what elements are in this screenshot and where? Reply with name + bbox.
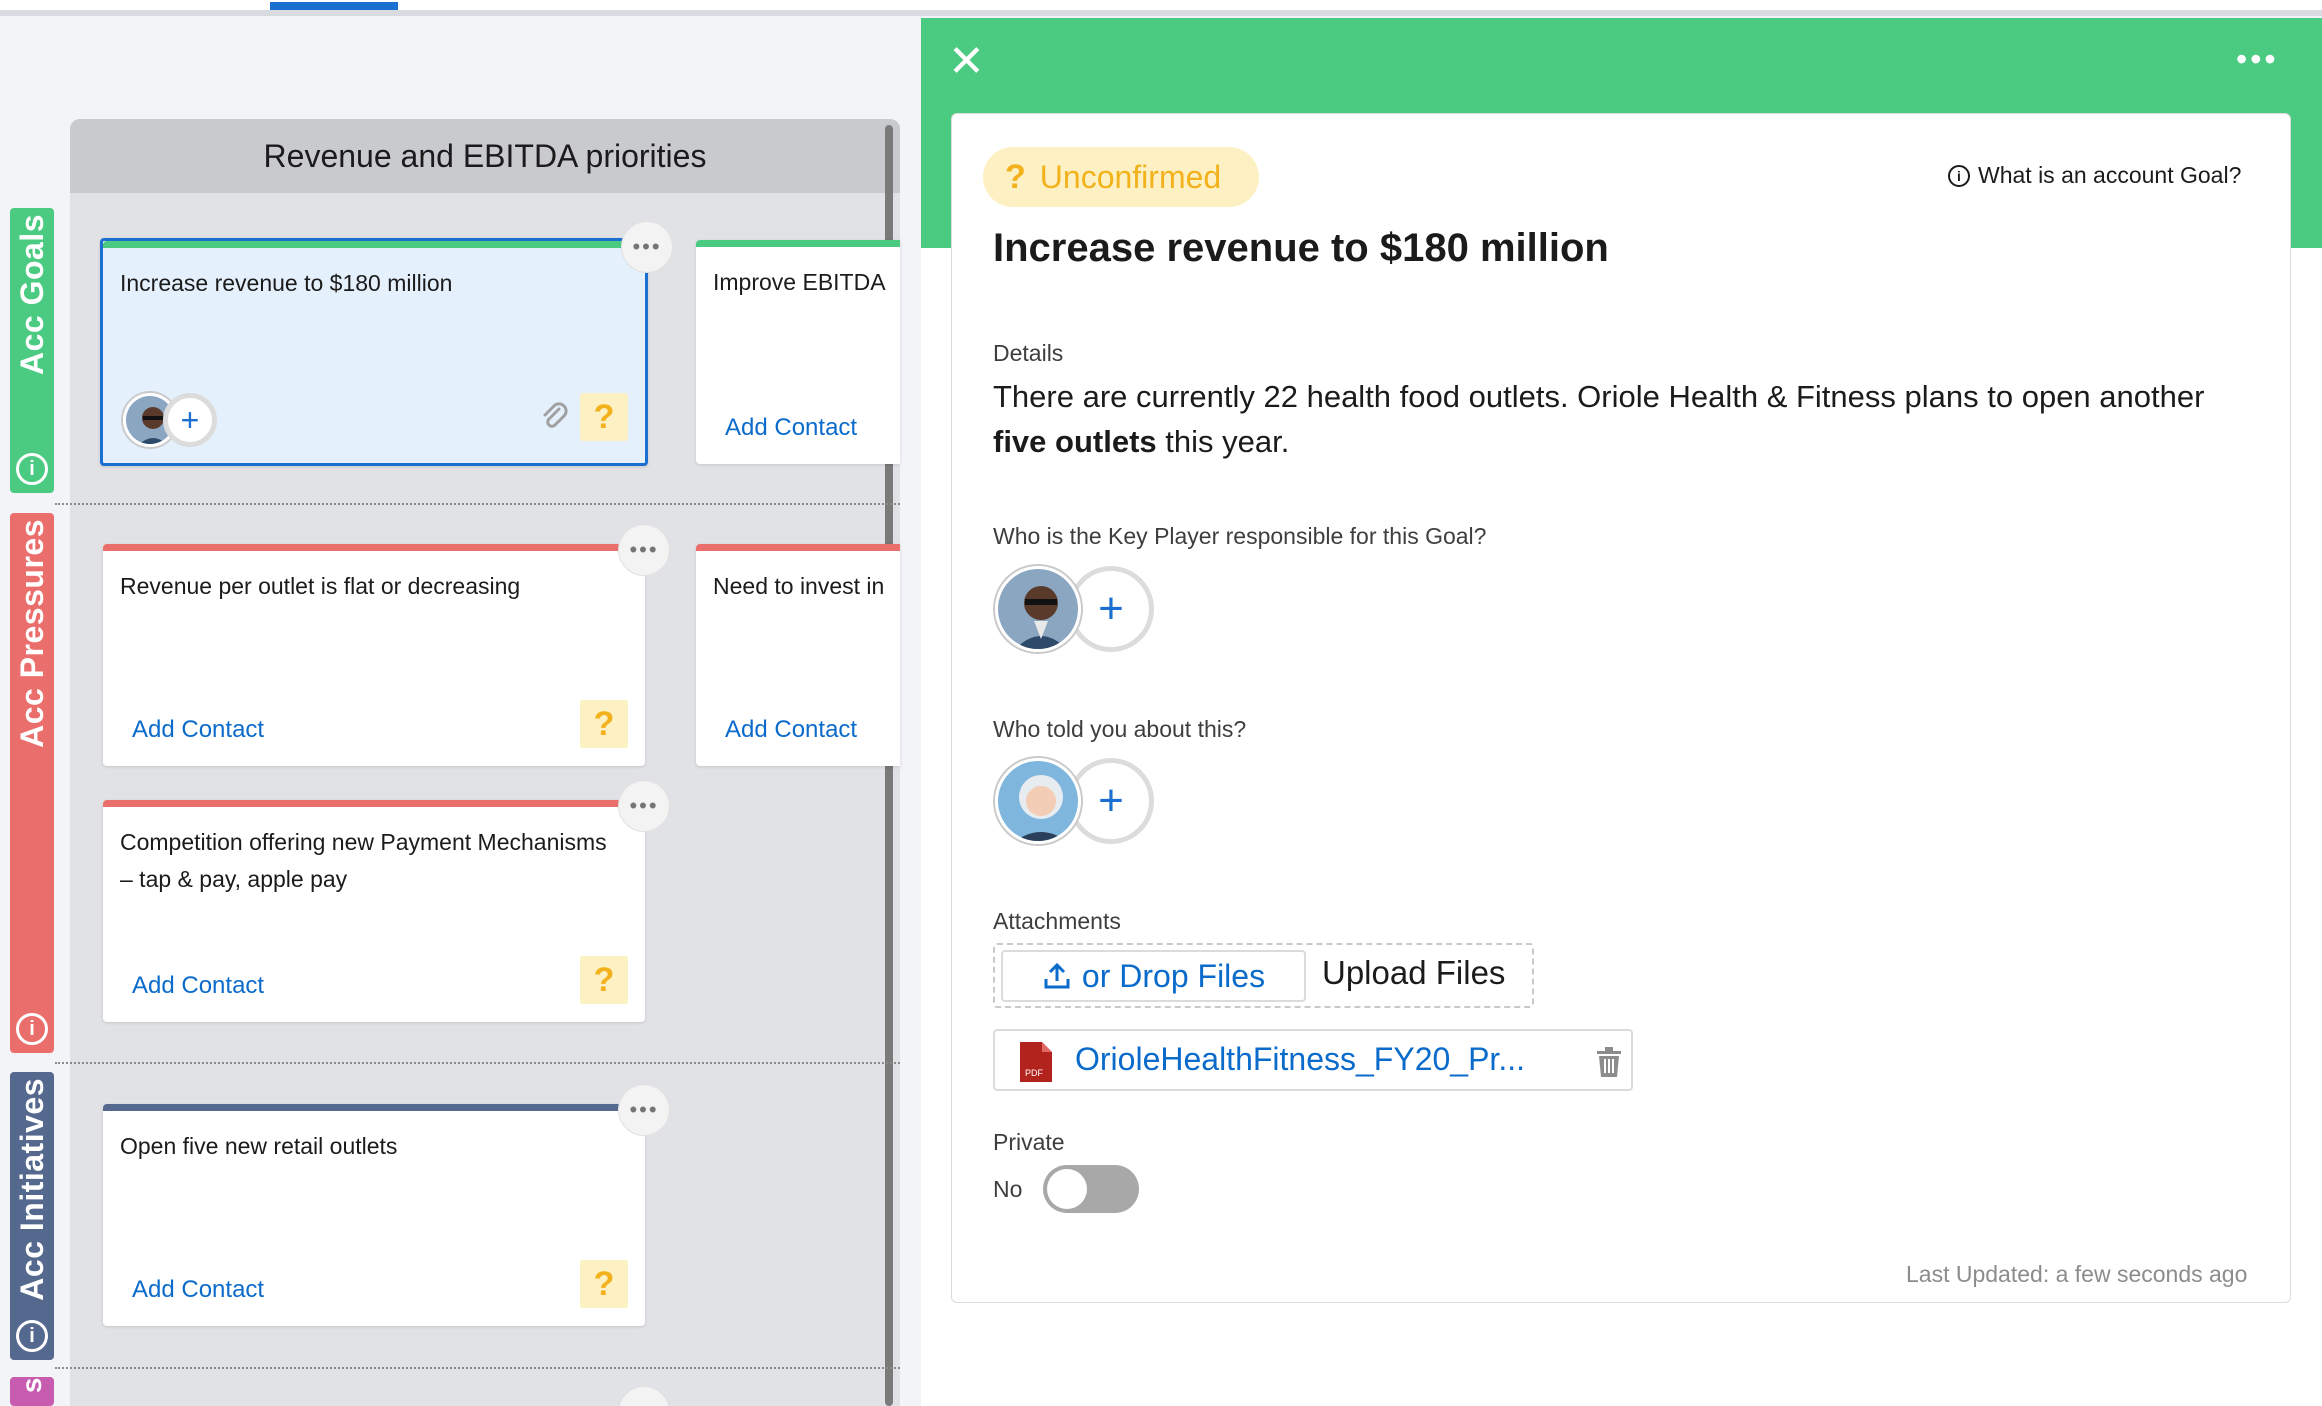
status-badge[interactable]: ? Unconfirmed bbox=[983, 147, 1259, 207]
card-more-button[interactable]: ••• bbox=[618, 780, 670, 832]
lane-pressures-label: Acc Pressures bbox=[13, 519, 50, 748]
pdf-file-type: PDF bbox=[1025, 1068, 1044, 1078]
pressure-card[interactable]: Competition offering new Payment Mechani… bbox=[103, 780, 670, 1022]
status-badge-label: Unconfirmed bbox=[1039, 158, 1222, 195]
goal-detail-card bbox=[951, 113, 2291, 1303]
details-label: Details bbox=[993, 340, 1064, 366]
upload-icon bbox=[1042, 961, 1072, 991]
add-contact-link[interactable]: Add Contact bbox=[725, 716, 857, 744]
card-title: Need to invest in bbox=[713, 573, 885, 599]
card-more-button[interactable]: ••• bbox=[621, 221, 673, 273]
info-icon: i bbox=[1948, 164, 1970, 187]
info-icon[interactable]: i bbox=[16, 453, 48, 485]
card-status-stripe bbox=[696, 544, 900, 551]
add-contact-icon[interactable]: + bbox=[163, 393, 217, 447]
told-by-label: Who told you about this? bbox=[993, 716, 1247, 742]
card-title: Improve EBITDA bbox=[713, 269, 886, 295]
card-title: Increase revenue to $180 million bbox=[120, 270, 453, 296]
card-status-stripe bbox=[696, 240, 900, 247]
toggle-knob bbox=[1047, 1169, 1087, 1209]
card-more-button[interactable]: ••• bbox=[618, 524, 670, 576]
card-title: Revenue per outlet is flat or decreasing bbox=[120, 573, 521, 599]
details-text: There are currently 22 health food outle… bbox=[993, 374, 2243, 464]
paperclip-icon[interactable] bbox=[539, 401, 569, 436]
info-icon[interactable]: i bbox=[16, 1013, 48, 1045]
private-toggle[interactable] bbox=[1043, 1165, 1139, 1213]
lane-partial-label: s bbox=[16, 1377, 47, 1394]
active-tab-indicator[interactable] bbox=[270, 2, 398, 10]
attachment-file-name[interactable]: OrioleHealthFitness_FY20_Pr... bbox=[1075, 1041, 1525, 1078]
upload-button-label: or Drop Files bbox=[1081, 957, 1266, 994]
lane-pressures[interactable]: Acc Pressures i bbox=[10, 513, 54, 1053]
lane-divider bbox=[55, 1062, 900, 1064]
last-updated: Last Updated: a few seconds ago bbox=[1906, 1261, 2248, 1287]
details-text-part: There are currently 22 health food outle… bbox=[993, 379, 2205, 414]
pressure-card[interactable]: Revenue per outlet is flat or decreasing… bbox=[103, 524, 670, 766]
card-title: Open five new retail outlets bbox=[120, 1133, 398, 1159]
info-icon[interactable]: i bbox=[16, 1320, 48, 1352]
goal-card[interactable]: Improve EBITDA Add Contact bbox=[696, 240, 900, 464]
pdf-file-icon: PDF bbox=[1020, 1042, 1052, 1082]
card-status-stripe bbox=[103, 241, 645, 248]
details-text-bold: five outlets bbox=[993, 424, 1157, 459]
lane-divider bbox=[55, 1367, 900, 1369]
lane-goals[interactable]: Acc Goals i bbox=[10, 208, 54, 493]
trash-icon[interactable] bbox=[1596, 1047, 1622, 1077]
initiative-card[interactable]: Open five new retail outlets Add Contact… bbox=[103, 1084, 670, 1326]
question-icon[interactable]: ? bbox=[580, 700, 628, 748]
card-status-stripe bbox=[103, 1104, 645, 1111]
lane-initiatives-label: Acc Initiatives bbox=[13, 1078, 50, 1301]
key-player-label: Who is the Key Player responsible for th… bbox=[993, 523, 1487, 549]
key-player-avatar[interactable] bbox=[995, 566, 1081, 652]
help-link-label: What is an account Goal? bbox=[1978, 162, 2242, 188]
pressure-card[interactable]: Need to invest in Add Contact bbox=[696, 544, 900, 766]
upload-files-text: Upload Files bbox=[1322, 954, 1506, 991]
goal-card[interactable]: Increase revenue to $180 million + ? ••• bbox=[100, 221, 673, 466]
question-icon[interactable]: ? bbox=[580, 393, 628, 441]
add-contact-link[interactable]: Add Contact bbox=[132, 972, 264, 1000]
add-contact-link[interactable]: Add Contact bbox=[132, 1276, 264, 1304]
question-icon[interactable]: ? bbox=[580, 956, 628, 1004]
lane-partial[interactable]: s bbox=[10, 1377, 54, 1406]
question-icon[interactable]: ? bbox=[580, 1260, 628, 1308]
details-text-part: this year. bbox=[1156, 424, 1290, 459]
goal-title: Increase revenue to $180 million bbox=[993, 226, 1609, 270]
private-label: Private bbox=[993, 1129, 1065, 1155]
column-title: Revenue and EBITDA priorities bbox=[70, 119, 900, 193]
private-value: No bbox=[993, 1176, 1023, 1202]
add-contact-link[interactable]: Add Contact bbox=[725, 414, 857, 442]
card-more-button[interactable]: ••• bbox=[618, 1084, 670, 1136]
card-status-stripe bbox=[103, 544, 645, 551]
card-title: Competition offering new Payment Mechani… bbox=[120, 829, 607, 892]
close-icon[interactable]: ✕ bbox=[948, 40, 985, 84]
lane-initiatives[interactable]: Acc Initiatives i bbox=[10, 1072, 54, 1360]
upload-button[interactable]: or Drop Files bbox=[1001, 950, 1306, 1002]
question-icon: ? bbox=[1005, 157, 1026, 196]
attachments-label: Attachments bbox=[993, 908, 1121, 934]
panel-more-button[interactable]: ••• bbox=[2236, 43, 2279, 75]
lane-goals-label: Acc Goals bbox=[13, 214, 50, 376]
informant-avatar[interactable] bbox=[995, 758, 1081, 844]
lane-divider bbox=[55, 503, 900, 505]
add-contact-link[interactable]: Add Contact bbox=[132, 716, 264, 744]
card-status-stripe bbox=[103, 800, 645, 807]
help-link[interactable]: i What is an account Goal? bbox=[1948, 162, 2241, 189]
